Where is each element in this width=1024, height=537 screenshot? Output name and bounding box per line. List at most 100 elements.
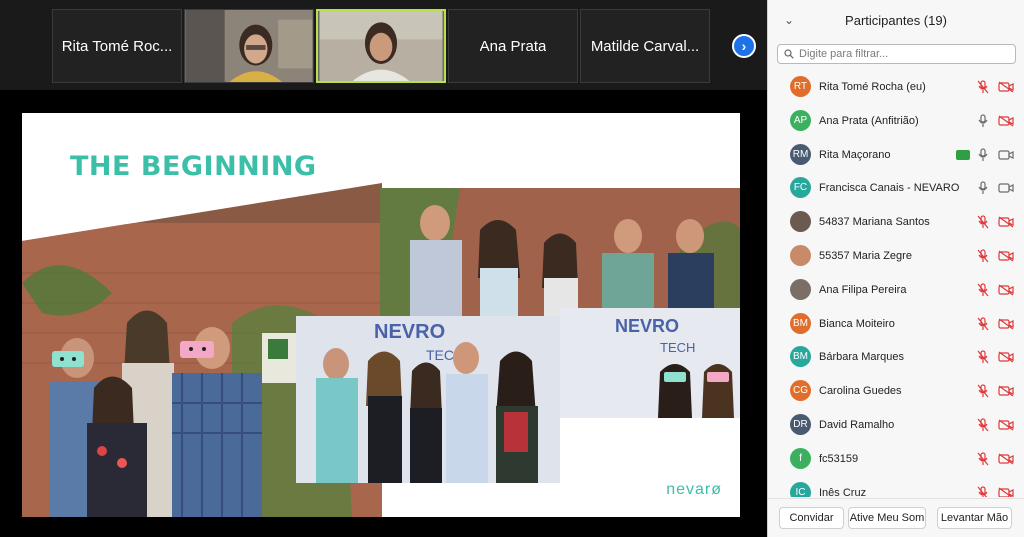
mic-muted-icon[interactable] bbox=[977, 214, 989, 229]
team-photo-top-right bbox=[380, 188, 740, 318]
mic-icon[interactable] bbox=[977, 180, 989, 195]
mic-icon[interactable] bbox=[977, 113, 989, 128]
mic-muted-icon[interactable] bbox=[977, 451, 989, 466]
mic-muted-icon[interactable] bbox=[977, 79, 989, 94]
mic-muted-icon[interactable] bbox=[977, 417, 989, 432]
mic-muted-icon[interactable] bbox=[977, 316, 989, 331]
participant-row[interactable]: RM Rita Maçorano bbox=[768, 138, 1024, 171]
avatar-photo bbox=[790, 279, 811, 300]
participant-name: 55357 Maria Zegre bbox=[819, 249, 912, 262]
participant-video-strip: Rita Tomé Roc... Ana Prata Matilde Carva… bbox=[0, 0, 767, 90]
participant-video-feed bbox=[185, 10, 313, 82]
avatar: IC bbox=[790, 482, 811, 497]
participant-filter[interactable] bbox=[777, 44, 1016, 64]
avatar: DR bbox=[790, 414, 811, 435]
participants-panel: ⌄ Participantes (19) RT Rita Tomé Rocha (… bbox=[767, 0, 1024, 537]
slide-title: THE BEGINNING bbox=[70, 151, 317, 182]
team-photo-right: NEVRO TECH bbox=[560, 308, 740, 418]
video-tile-matilde-carvalho[interactable]: Matilde Carval... bbox=[580, 9, 710, 83]
avatar: CG bbox=[790, 380, 811, 401]
video-tile-camera-1[interactable] bbox=[184, 9, 314, 83]
participant-name: fc53159 bbox=[819, 452, 859, 465]
participant-name: Francisca Canais - NEVARO bbox=[819, 181, 960, 194]
participant-name: 54837 Mariana Santos bbox=[819, 215, 930, 228]
participants-title: Participantes (19) bbox=[845, 12, 947, 28]
camera-icon[interactable] bbox=[998, 182, 1014, 194]
camera-off-icon[interactable] bbox=[998, 250, 1014, 262]
participant-row[interactable]: DR David Ramalho bbox=[768, 408, 1024, 441]
camera-off-icon[interactable] bbox=[998, 419, 1014, 431]
filter-input[interactable] bbox=[799, 48, 999, 60]
whiteboard-text-nevro: NEVRO bbox=[615, 316, 679, 336]
avatar: BM bbox=[790, 313, 811, 334]
tile-name: Rita Tomé Roc... bbox=[61, 37, 173, 55]
avatar: RM bbox=[790, 144, 811, 165]
camera-off-icon[interactable] bbox=[998, 487, 1014, 498]
participant-name: Inês Cruz bbox=[819, 486, 867, 498]
mic-muted-icon[interactable] bbox=[977, 282, 989, 297]
tile-name: Matilde Carval... bbox=[590, 37, 700, 55]
mic-muted-icon[interactable] bbox=[977, 485, 989, 498]
camera-off-icon[interactable] bbox=[998, 115, 1014, 127]
invite-button[interactable]: Convidar bbox=[779, 507, 844, 529]
mic-muted-icon[interactable] bbox=[977, 383, 989, 398]
tile-name: Ana Prata bbox=[479, 37, 547, 55]
avatar-photo bbox=[790, 211, 811, 232]
unmute-button[interactable]: Ative Meu Som bbox=[848, 507, 926, 529]
participant-row[interactable]: CG Carolina Guedes bbox=[768, 374, 1024, 407]
participant-row[interactable]: 54837 Mariana Santos bbox=[768, 205, 1024, 238]
camera-off-icon[interactable] bbox=[998, 216, 1014, 228]
participant-name: David Ramalho bbox=[819, 418, 895, 431]
participant-name: Rita Maçorano bbox=[819, 148, 891, 161]
participant-video-feed bbox=[319, 11, 443, 81]
participant-row[interactable]: BM Bianca Moiteiro bbox=[768, 307, 1024, 340]
participant-row[interactable]: FC Francisca Canais - NEVARO bbox=[768, 171, 1024, 204]
next-page-button[interactable]: › bbox=[732, 34, 756, 58]
participant-row[interactable]: Ana Filipa Pereira bbox=[768, 273, 1024, 306]
camera-off-icon[interactable] bbox=[998, 284, 1014, 296]
camera-off-icon[interactable] bbox=[998, 453, 1014, 465]
chevron-down-icon[interactable]: ⌄ bbox=[784, 13, 794, 27]
participant-name: Rita Tomé Rocha (eu) bbox=[819, 80, 926, 93]
video-tile-ana-prata[interactable]: Ana Prata bbox=[448, 9, 578, 83]
camera-off-icon[interactable] bbox=[998, 351, 1014, 363]
panel-header: ⌄ Participantes (19) bbox=[768, 0, 1024, 40]
avatar-photo bbox=[790, 245, 811, 266]
shared-screen-slide: THE BEGINNING NEVRO TECH NEVRO TECH neva… bbox=[22, 113, 740, 517]
camera-off-icon[interactable] bbox=[998, 318, 1014, 330]
avatar: BM bbox=[790, 346, 811, 367]
chevron-right-icon: › bbox=[741, 38, 747, 54]
avatar: RT bbox=[790, 76, 811, 97]
participant-row[interactable]: f fc53159 bbox=[768, 442, 1024, 475]
camera-off-icon[interactable] bbox=[998, 81, 1014, 93]
raise-hand-button[interactable]: Levantar Mão bbox=[937, 507, 1012, 529]
participant-name: Bárbara Marques bbox=[819, 350, 904, 363]
meeting-area: Rita Tomé Roc... Ana Prata Matilde Carva… bbox=[0, 0, 767, 537]
participant-row[interactable]: BM Bárbara Marques bbox=[768, 340, 1024, 373]
video-tile-rita-tome-rocha[interactable]: Rita Tomé Roc... bbox=[52, 9, 182, 83]
mic-muted-icon[interactable] bbox=[977, 248, 989, 263]
avatar: AP bbox=[790, 110, 811, 131]
participant-row[interactable]: AP Ana Prata (Anfitrião) bbox=[768, 104, 1024, 137]
camera-icon[interactable] bbox=[998, 149, 1014, 161]
video-tile-camera-2-active-speaker[interactable] bbox=[316, 9, 446, 83]
participant-row[interactable]: IC Inês Cruz bbox=[768, 476, 1024, 497]
zoom-meeting-window: Rita Tomé Roc... Ana Prata Matilde Carva… bbox=[0, 0, 1024, 537]
search-icon bbox=[784, 49, 794, 59]
participant-row[interactable]: RT Rita Tomé Rocha (eu) bbox=[768, 70, 1024, 103]
mic-muted-icon[interactable] bbox=[977, 349, 989, 364]
panel-footer: Convidar Ative Meu Som Levantar Mão bbox=[768, 498, 1024, 537]
screen-share-icon bbox=[956, 149, 970, 160]
participant-row[interactable]: 55357 Maria Zegre bbox=[768, 239, 1024, 272]
participant-name: Carolina Guedes bbox=[819, 384, 902, 397]
avatar: f bbox=[790, 448, 811, 469]
mic-icon[interactable] bbox=[977, 147, 989, 162]
team-photo-center: NEVRO TECH bbox=[296, 316, 560, 483]
participant-name: Bianca Moiteiro bbox=[819, 317, 895, 330]
whiteboard-text-tech: TECH bbox=[660, 340, 695, 355]
whiteboard-text-nevro: NEVRO bbox=[374, 321, 445, 343]
participant-name: Ana Filipa Pereira bbox=[819, 283, 907, 296]
camera-off-icon[interactable] bbox=[998, 385, 1014, 397]
participant-list: RT Rita Tomé Rocha (eu) AP Ana Prata (Anfit… bbox=[768, 70, 1024, 497]
participant-name: Ana Prata (Anfitrião) bbox=[819, 114, 919, 127]
